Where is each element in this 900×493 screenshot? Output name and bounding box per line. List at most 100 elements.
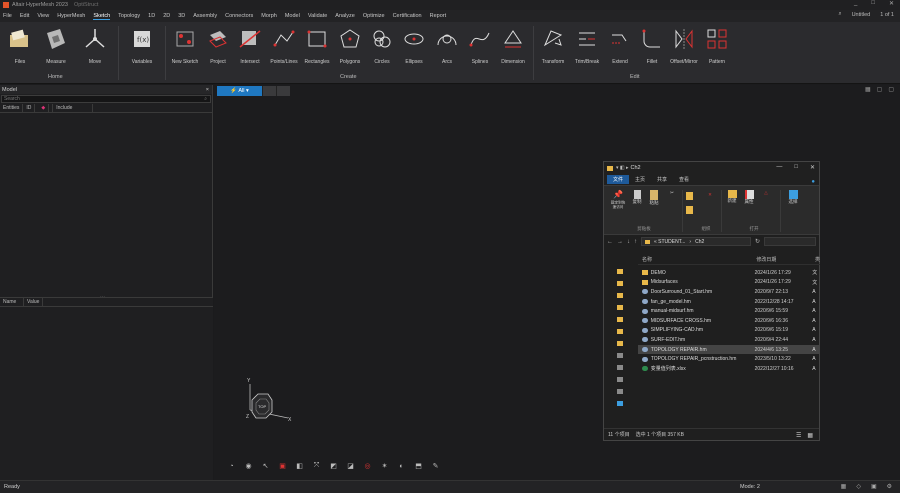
menu-edit[interactable]: Edit [20, 13, 29, 19]
recent-button[interactable]: ↓ [627, 239, 630, 245]
details-view-icon[interactable]: ☰ [796, 432, 801, 439]
search-icon[interactable]: ⌕ [204, 96, 207, 102]
column-color-icon[interactable]: ◆ [35, 103, 54, 113]
large-icons-view-icon[interactable]: ▦ [807, 432, 813, 439]
menu-morph[interactable]: Morph [261, 13, 277, 19]
menu-2d[interactable]: 2D [163, 13, 170, 19]
column-date-modified[interactable]: 修改日期 [756, 256, 815, 263]
up-button[interactable]: ↑ [634, 239, 637, 245]
view-axis-icon[interactable]: ✶ [379, 461, 390, 471]
view-box-select-icon[interactable]: ▣ [277, 461, 288, 471]
explorer-close-button[interactable]: ✕ [810, 164, 815, 171]
menu-optimize[interactable]: Optimize [363, 13, 385, 19]
view-layout-icon[interactable]: ▦ [865, 86, 871, 93]
menu-topology[interactable]: Topology [118, 13, 140, 19]
files-button[interactable]: Files [0, 25, 40, 67]
pattern-button[interactable]: Pattern [697, 25, 737, 67]
session-name[interactable]: Untitled [852, 12, 871, 18]
pin-quick-access-button[interactable]: 📌 固定到快速访问 [607, 190, 629, 211]
cut-icon[interactable]: ✂ [666, 190, 678, 196]
file-row[interactable]: MIDSURFACE CROSS.hm 2020/9/6 16:36 A [638, 316, 820, 326]
tab-view[interactable]: 查看 [673, 175, 695, 184]
mode-indicator[interactable]: Mode: 2 [740, 484, 760, 490]
menu-connectors[interactable]: Connectors [225, 13, 253, 19]
menu-assembly[interactable]: Assembly [193, 13, 217, 19]
status-settings-icon[interactable]: ⚙ [887, 483, 892, 490]
status-snap-icon[interactable]: ◇ [856, 483, 861, 490]
menu-1d[interactable]: 1D [148, 13, 155, 19]
forward-button[interactable]: → [617, 239, 623, 245]
view-sphere-icon[interactable]: ◉ [243, 461, 254, 471]
explorer-maximize-button[interactable]: □ [794, 164, 798, 171]
view-triad[interactable]: Y X Z TOP [238, 378, 298, 428]
refresh-icon[interactable]: ↻ [755, 238, 760, 245]
column-entities[interactable]: Entities [0, 103, 24, 113]
file-row[interactable]: SIMPLIFYING-CAD.hm 2020/9/6 15:19 A [638, 326, 820, 336]
view-clip-icon[interactable]: ◪ [345, 461, 356, 471]
filter-option-button[interactable] [276, 86, 290, 96]
paste-button[interactable]: 粘贴 [646, 190, 662, 206]
column-value[interactable]: Value [24, 297, 44, 307]
view-display-icon[interactable]: ◧ [294, 461, 305, 471]
move-to-icon[interactable] [686, 192, 698, 200]
panel-close-icon[interactable]: × [206, 87, 209, 93]
move-button[interactable]: Move [75, 25, 115, 67]
menu-model[interactable]: Model [285, 13, 300, 19]
status-grid-icon[interactable]: ▦ [841, 483, 847, 490]
folder-row[interactable]: DEMO 2024/1/26 17:29 文 [638, 268, 820, 278]
new-folder-button[interactable]: 新建 [725, 190, 739, 204]
file-row[interactable]: manual-midsurf.hm 2020/9/6 15:59 A [638, 306, 820, 316]
back-button[interactable]: ← [607, 239, 613, 245]
menu-sketch[interactable]: Sketch [93, 13, 111, 20]
file-row[interactable]: TOPOLOGY REPAIR_pcnstruction.hm 2023/5/10… [638, 354, 820, 364]
copy-to-icon[interactable] [686, 206, 698, 214]
tab-home[interactable]: 主页 [629, 175, 651, 184]
variables-button[interactable]: f(x) Variables [122, 25, 162, 67]
menu-file[interactable]: File [3, 13, 12, 19]
page-indicator[interactable]: 1 of 1 [880, 12, 894, 18]
view-section-icon[interactable]: ◐ [396, 461, 407, 471]
properties-button[interactable]: 属性 [742, 190, 756, 205]
breadcrumb-parent[interactable]: « STUDENT... [654, 239, 685, 245]
file-row[interactable]: fan_ge_model.hm 2022/12/28 14:17 A [638, 297, 820, 307]
status-cube-icon[interactable]: ▣ [871, 483, 877, 490]
profile-label[interactable]: OptiStruct [74, 2, 98, 8]
tab-file[interactable]: 文件 [607, 175, 630, 184]
menu-report[interactable]: Report [430, 13, 447, 19]
menu-3d[interactable]: 3D [178, 13, 185, 19]
select-button[interactable]: 选择 [784, 190, 802, 205]
open-icon[interactable]: △ [760, 190, 772, 196]
explorer-search-input[interactable] [764, 237, 816, 246]
column-id[interactable]: ID [23, 103, 36, 113]
view-transform-icon[interactable]: ⤧ [311, 461, 322, 471]
view-measure-icon[interactable]: ⬒ [413, 461, 424, 471]
file-row[interactable]: DoorSurround_01_Start.hm 2020/9/7 22:13 A [638, 287, 820, 297]
copy-button[interactable]: 复制 [630, 190, 644, 205]
folder-row[interactable]: Midsurfaces 2024/1/26 17:29 文 [638, 278, 820, 288]
view-select-icon[interactable]: ↖ [260, 461, 271, 471]
quick-access-icon[interactable]: ▾ ◧ ▸ [616, 165, 629, 171]
address-path-input[interactable]: « STUDENT... › Ch2 [641, 237, 751, 246]
search-icon[interactable]: ⌕ [838, 11, 841, 18]
breadcrumb-current[interactable]: Ch2 [695, 239, 704, 245]
column-name[interactable]: Name [0, 297, 24, 307]
close-button[interactable]: ✕ [889, 0, 894, 7]
view-record-icon[interactable]: ◎ [362, 461, 373, 471]
minimize-button[interactable]: _ [854, 0, 857, 7]
delete-icon[interactable]: ✕ [704, 192, 716, 198]
dimension-button[interactable]: Dimension [493, 25, 533, 67]
menu-validate[interactable]: Validate [308, 13, 327, 19]
menu-hypermesh[interactable]: HyperMesh [57, 13, 85, 19]
maximize-button[interactable]: □ [871, 0, 875, 7]
explorer-navigation-pane[interactable] [604, 261, 636, 430]
column-type[interactable]: 类 [815, 256, 820, 263]
file-row[interactable]: SURF-EDIT.hm 2020/9/4 22:44 A [638, 335, 820, 345]
file-row[interactable]: TOPOLOGY REPAIR.hm 2024/4/6 13:25 A [638, 344, 820, 355]
menu-view[interactable]: View [37, 13, 49, 19]
file-row[interactable]: 变量值列表.xlsx 2022/12/27 10:16 A [638, 364, 820, 374]
menu-certification[interactable]: Certification [393, 13, 422, 19]
filter-option-button[interactable] [262, 86, 276, 96]
view-probe-icon[interactable]: ✎ [430, 461, 441, 471]
column-include[interactable]: Include [53, 103, 94, 113]
column-name[interactable]: 名称 [638, 256, 756, 263]
